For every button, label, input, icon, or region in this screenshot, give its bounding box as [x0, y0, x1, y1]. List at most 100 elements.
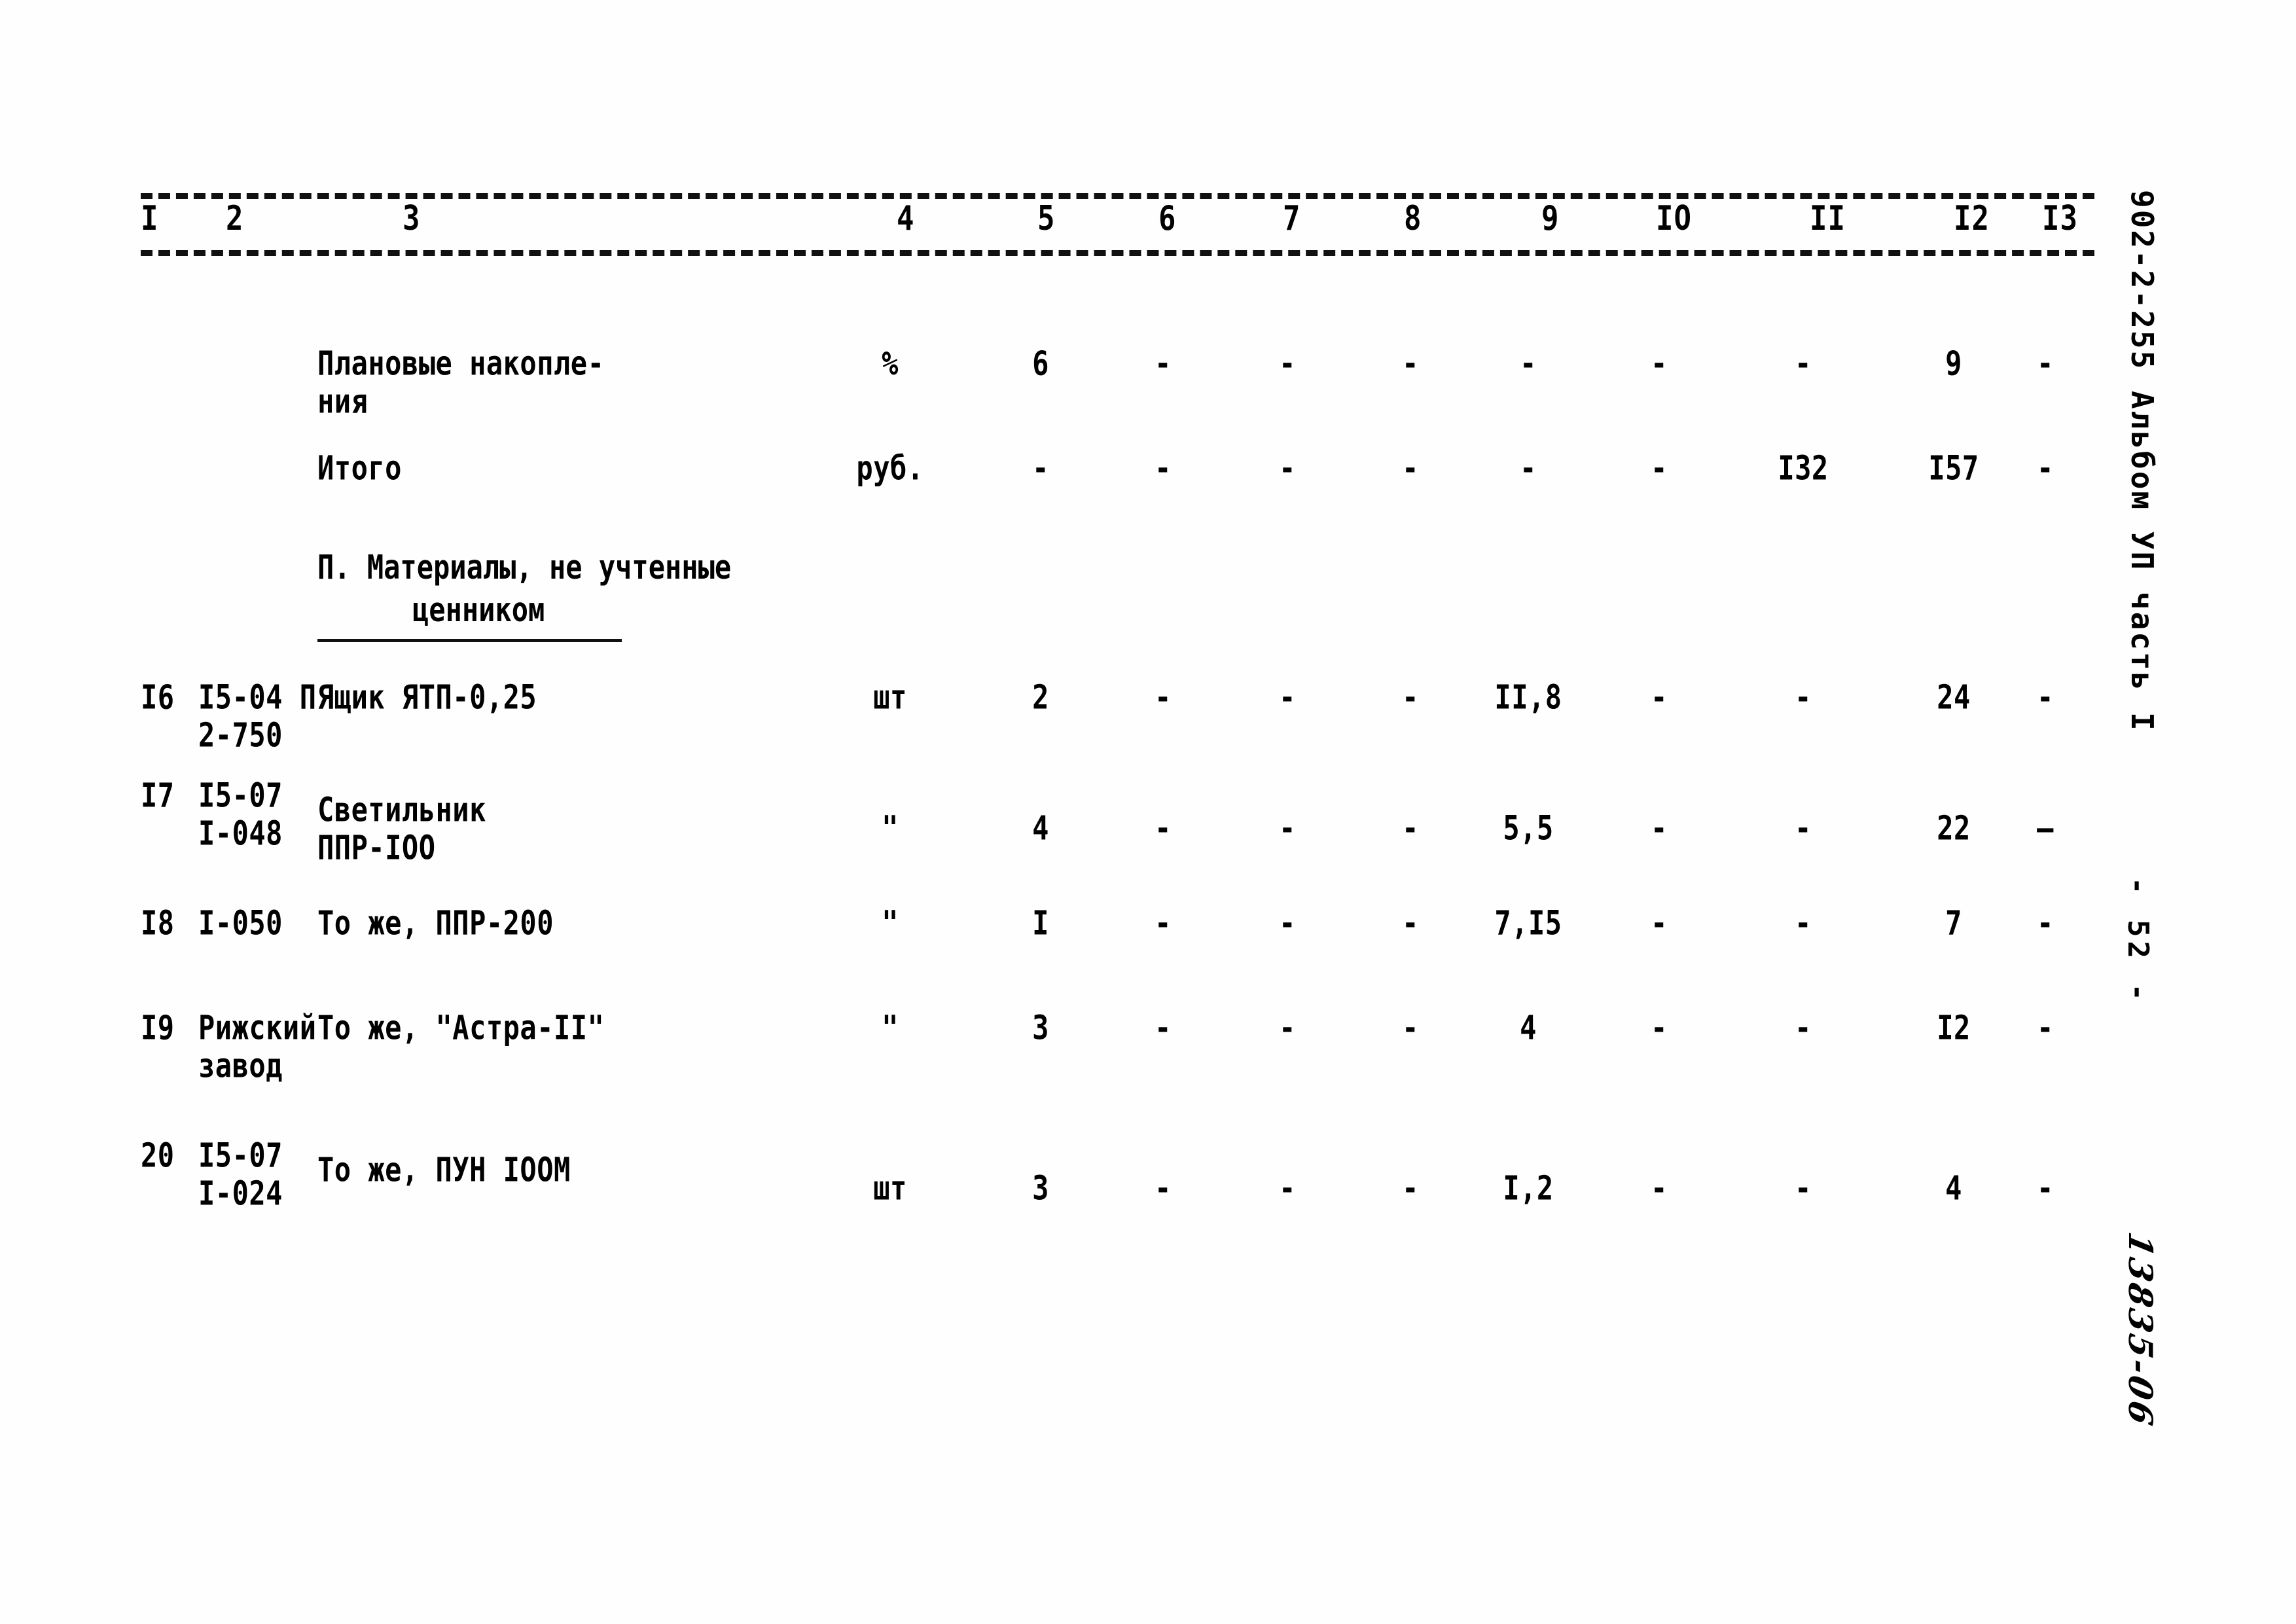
- row-value-cell-c5: 2: [1032, 677, 1049, 717]
- row-value-cell-c12: 22: [1937, 808, 1971, 848]
- row-value-cell-c10: -: [1651, 677, 1668, 717]
- row-value-cell-c9: I,2: [1503, 1168, 1554, 1208]
- row-value-cell-c9: -: [1520, 448, 1537, 488]
- row-name-cell-line2: ППР-IOO: [317, 828, 436, 867]
- row-value-cell-c9: 7,I5: [1494, 903, 1562, 943]
- row-value-cell-c10: -: [1651, 448, 1668, 488]
- row-value-cell-c12: 4: [1945, 1168, 1962, 1208]
- row-code-cell-line2: завод: [198, 1046, 283, 1085]
- row-value-cell-c12: 24: [1937, 677, 1971, 717]
- row-value-cell-c12: I2: [1937, 1008, 1971, 1047]
- table-header-row: I 2 3 4 5 6 7 8 9 IO II I2 I3: [141, 199, 2098, 250]
- row-value-cell-c5: 4: [1032, 808, 1049, 848]
- row-value-cell-c7: -: [1279, 903, 1296, 943]
- row-value-cell-c11: I32: [1778, 448, 1829, 488]
- row-value-cell-c13: -: [2037, 1168, 2054, 1208]
- row-value-cell-c9: 5,5: [1503, 808, 1554, 848]
- column-header-9: 9: [1541, 199, 1560, 239]
- row-value-cell-c7: -: [1279, 1008, 1296, 1047]
- column-header-1: I: [141, 199, 159, 239]
- row-value-cell-c6: -: [1155, 448, 1172, 488]
- row-value-cell-c11: -: [1795, 808, 1812, 848]
- row-value-cell-c6: -: [1155, 344, 1172, 383]
- row-name-cell: То же, ППР-200: [317, 903, 554, 943]
- row-value-cell-c5: -: [1032, 448, 1049, 488]
- row-value-cell-c12: 9: [1945, 344, 1962, 383]
- row-value-cell-c8: -: [1402, 677, 1419, 717]
- section-heading-line2: ценником: [412, 590, 545, 629]
- document-stamp-sidetext: 13835-06: [2121, 1229, 2160, 1432]
- row-unit-cell: ": [882, 903, 899, 943]
- row-value-cell-c7: -: [1279, 808, 1296, 848]
- column-header-3: 3: [403, 199, 421, 239]
- row-number-cell: I7: [141, 776, 175, 815]
- row-value-cell-c5: 3: [1032, 1008, 1049, 1047]
- row-value-cell-c8: -: [1402, 344, 1419, 383]
- row-value-cell-c10: -: [1651, 344, 1668, 383]
- row-value-cell-c6: -: [1155, 1168, 1172, 1208]
- row-value-cell-c9: 4: [1520, 1008, 1537, 1047]
- album-reference-sidetext: 902-2-255 Альбом УП часть I: [2125, 190, 2160, 732]
- row-value-cell-c7: -: [1279, 677, 1296, 717]
- row-value-cell-c10: -: [1651, 808, 1668, 848]
- row-value-cell-c5: 3: [1032, 1168, 1049, 1208]
- column-header-13: I3: [2042, 199, 2078, 239]
- row-value-cell-c13: —: [2037, 808, 2054, 848]
- row-unit-cell: шт: [873, 677, 907, 717]
- column-header-2: 2: [226, 199, 244, 239]
- column-header-5: 5: [1037, 199, 1056, 239]
- row-name-cell-line2: ния: [317, 382, 368, 421]
- row-value-cell-c8: -: [1402, 903, 1419, 943]
- row-value-cell-c9: -: [1520, 344, 1537, 383]
- column-header-6: 6: [1158, 199, 1177, 239]
- row-value-cell-c6: -: [1155, 903, 1172, 943]
- row-value-cell-c10: -: [1651, 1168, 1668, 1208]
- row-value-cell-c13: -: [2037, 1008, 2054, 1047]
- row-name-cell: Итого: [317, 448, 402, 488]
- row-value-cell-c11: -: [1795, 903, 1812, 943]
- row-value-cell-c13: -: [2037, 448, 2054, 488]
- row-value-cell-c10: -: [1651, 903, 1668, 943]
- row-value-cell-c11: -: [1795, 1008, 1812, 1047]
- row-name-cell: То же, "Астра-II": [317, 1008, 605, 1047]
- page-number-sidetext: - 52 -: [2121, 877, 2155, 1005]
- row-value-cell-c12: 7: [1945, 903, 1962, 943]
- row-value-cell-c12: I57: [1928, 448, 1979, 488]
- row-value-cell-c11: -: [1795, 344, 1812, 383]
- row-value-cell-c6: -: [1155, 808, 1172, 848]
- row-value-cell-c8: -: [1402, 1168, 1419, 1208]
- row-value-cell-c6: -: [1155, 1008, 1172, 1047]
- row-unit-cell: ": [882, 1008, 899, 1047]
- row-unit-cell: шт: [873, 1168, 907, 1208]
- row-value-cell-c7: -: [1279, 344, 1296, 383]
- column-header-10: IO: [1656, 199, 1692, 239]
- column-header-11: II: [1810, 199, 1846, 239]
- row-value-cell-c5: 6: [1032, 344, 1049, 383]
- column-header-12: I2: [1954, 199, 1990, 239]
- row-number-cell: I6: [141, 677, 175, 717]
- column-header-4: 4: [897, 199, 915, 239]
- column-header-8: 8: [1404, 199, 1422, 239]
- row-name-cell: То же, ПУН IOOМ: [317, 1150, 571, 1189]
- row-value-cell-c13: -: [2037, 903, 2054, 943]
- column-header-7: 7: [1283, 199, 1301, 239]
- table-body: Плановые накопле-ния% 6- - - - - -9- Итого руб. -…: [141, 256, 2098, 1238]
- table-header-bottom-rule: [141, 250, 2094, 256]
- row-number-cell: I8: [141, 903, 175, 943]
- row-unit-cell: ": [882, 808, 899, 848]
- row-code-cell-line2: I-024: [198, 1174, 283, 1213]
- row-value-cell-c7: -: [1279, 1168, 1296, 1208]
- row-code-cell-line2: I-048: [198, 814, 283, 853]
- row-name-cell: Ящик ЯТП-0,25: [317, 677, 537, 717]
- scanned-page: I 2 3 4 5 6 7 8 9 IO II I2 I3 Плановые н…: [0, 0, 2296, 1624]
- row-value-cell-c13: -: [2037, 344, 2054, 383]
- row-value-cell-c11: -: [1795, 677, 1812, 717]
- row-number-cell: I9: [141, 1008, 175, 1047]
- row-value-cell-c7: -: [1279, 448, 1296, 488]
- cost-estimate-table: I 2 3 4 5 6 7 8 9 IO II I2 I3 Плановые н…: [141, 193, 2098, 1238]
- row-value-cell-c5: I: [1032, 903, 1049, 943]
- row-value-cell-c8: -: [1402, 808, 1419, 848]
- row-unit-cell: %: [882, 344, 899, 383]
- row-value-cell-c9: II,8: [1494, 677, 1562, 717]
- row-value-cell-c10: -: [1651, 1008, 1668, 1047]
